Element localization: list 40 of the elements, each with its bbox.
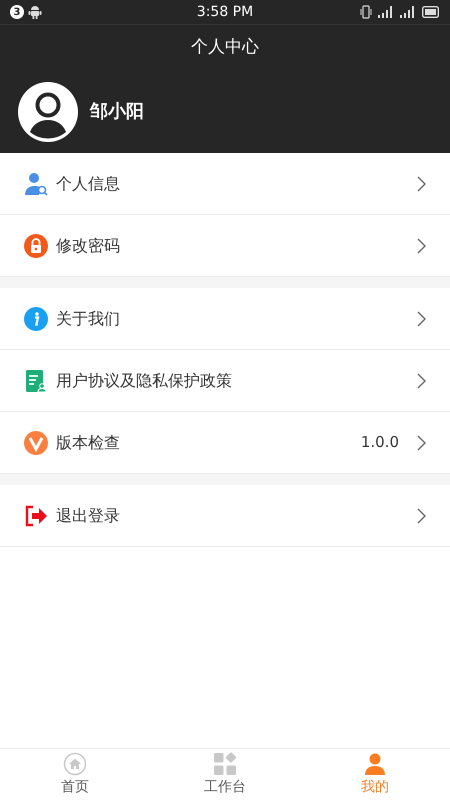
- vibrate-icon: [360, 5, 372, 19]
- chevron-right-icon: [417, 434, 426, 450]
- lock-icon: [24, 234, 48, 258]
- menu-item-label: 关于我们: [56, 308, 121, 330]
- chevron-right-icon: [417, 310, 426, 326]
- person-icon: [363, 752, 387, 776]
- menu-item-label: 用户协议及隐私保护政策: [56, 370, 233, 392]
- chevron-right-icon: [417, 372, 426, 388]
- chevron-right-icon: [417, 176, 426, 192]
- chevron-right-icon: [417, 238, 426, 254]
- document-icon: [24, 368, 48, 392]
- info-icon: [24, 306, 48, 330]
- status-time: 3:58 PM: [196, 2, 254, 22]
- tab[interactable]: 首页: [0, 749, 150, 800]
- notification-count: 3: [10, 5, 24, 19]
- menu-item[interactable]: 用户协议及隐私保护政策: [0, 350, 450, 412]
- menu-item-label: 修改密码: [56, 234, 121, 256]
- menu-item[interactable]: 个人信息: [0, 153, 450, 215]
- menu-item[interactable]: 版本检查 1.0.0: [0, 412, 450, 474]
- menu-item[interactable]: 关于我们: [0, 288, 450, 350]
- home-icon: [63, 752, 87, 776]
- menu-item-label: 个人信息: [56, 172, 121, 194]
- tab[interactable]: 工作台: [150, 749, 300, 800]
- menu-item-label: 退出登录: [56, 504, 121, 526]
- signal-icon: [400, 6, 416, 18]
- signal-icon: [378, 6, 394, 18]
- page-title: 个人中心: [191, 36, 259, 59]
- user-name: 邹小阳: [90, 100, 144, 124]
- logout-icon: [24, 504, 48, 528]
- battery-icon: [422, 6, 440, 18]
- chevron-right-icon: [417, 508, 426, 524]
- menu-item[interactable]: 修改密码: [0, 215, 450, 277]
- user-search-icon: [24, 172, 48, 196]
- avatar-icon: [18, 82, 78, 142]
- v-logo-icon: [24, 430, 48, 454]
- android-icon: [28, 5, 42, 19]
- version-number: 1.0.0: [360, 432, 399, 454]
- menu-item[interactable]: 退出登录: [0, 485, 450, 547]
- menu-item-label: 版本检查: [56, 432, 121, 454]
- grid-icon: [213, 752, 237, 776]
